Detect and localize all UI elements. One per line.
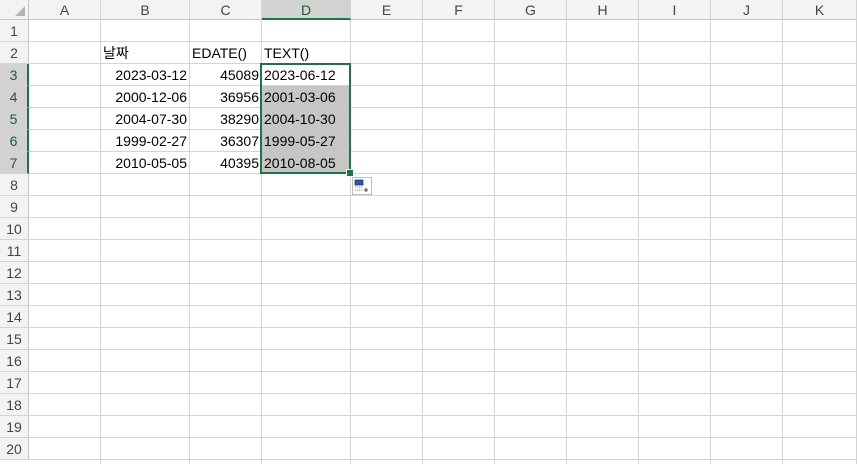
gridline-vertical (710, 20, 711, 464)
cell-b3[interactable]: 2023-03-12 (101, 64, 189, 86)
column-header-c[interactable]: C (190, 0, 262, 20)
gridline-horizontal (29, 393, 857, 394)
select-all-triangle-icon (15, 6, 25, 16)
column-header-a[interactable]: A (29, 0, 101, 20)
gridline-horizontal (29, 415, 857, 416)
cell-d3[interactable]: 2023-06-12 (262, 64, 350, 86)
row-header-12[interactable]: 12 (0, 262, 29, 284)
row-header-7[interactable]: 7 (0, 152, 29, 174)
gridline-horizontal (29, 371, 857, 372)
column-header-k[interactable]: K (783, 0, 857, 20)
column-header-g[interactable]: G (495, 0, 567, 20)
row-header-5[interactable]: 5 (0, 108, 29, 130)
gridline-vertical (566, 20, 567, 464)
gridline-horizontal (29, 195, 857, 196)
gridline-vertical (494, 20, 495, 464)
gridline-horizontal (29, 349, 857, 350)
row-header-16[interactable]: 16 (0, 350, 29, 372)
cell-c4[interactable]: 36956 (190, 86, 261, 108)
spreadsheet-grid[interactable]: ABCDEFGHIJK 1 2 3 4 5 6 7 8 9 10 11 12 13 14 15 16 17 18 1… (0, 0, 857, 464)
row-header-10[interactable]: 10 (0, 218, 29, 240)
gridline-horizontal (29, 239, 857, 240)
cell-d6[interactable]: 1999-05-27 (262, 130, 350, 152)
column-header-i[interactable]: I (639, 0, 711, 20)
column-header-b[interactable]: B (101, 0, 190, 20)
cell-d5[interactable]: 2004-10-30 (262, 108, 350, 130)
row-header-3[interactable]: 3 (0, 64, 29, 86)
cell-c5[interactable]: 38290 (190, 108, 261, 130)
gridline-horizontal (29, 217, 857, 218)
row-header-11[interactable]: 11 (0, 240, 29, 262)
row-header-14[interactable]: 14 (0, 306, 29, 328)
column-header-d[interactable]: D (262, 0, 351, 20)
cell-c3[interactable]: 45089 (190, 64, 261, 86)
gridline-vertical (782, 20, 783, 464)
cell-d2[interactable]: TEXT() (262, 42, 350, 64)
row-header-1[interactable]: 1 (0, 20, 29, 42)
fill-handle[interactable] (346, 169, 354, 177)
gridline-horizontal (29, 305, 857, 306)
column-header-f[interactable]: F (423, 0, 495, 20)
autofill-options-icon (354, 179, 368, 192)
cell-c2[interactable]: EDATE() (190, 42, 261, 64)
row-header-13[interactable]: 13 (0, 284, 29, 306)
column-header-e[interactable]: E (351, 0, 423, 20)
row-header-6[interactable]: 6 (0, 130, 29, 152)
gridline-vertical (638, 20, 639, 464)
gridline-vertical (422, 20, 423, 464)
cell-b6[interactable]: 1999-02-27 (101, 130, 189, 152)
row-header-4[interactable]: 4 (0, 86, 29, 108)
row-header-18[interactable]: 18 (0, 394, 29, 416)
gridline-horizontal (29, 459, 857, 460)
row-header-15[interactable]: 15 (0, 328, 29, 350)
gridline-horizontal (29, 261, 857, 262)
row-header-2[interactable]: 2 (0, 42, 29, 64)
autofill-options-button[interactable] (352, 177, 372, 195)
gridline-horizontal (29, 437, 857, 438)
cell-d7[interactable]: 2010-08-05 (262, 152, 350, 174)
gridline-horizontal (29, 327, 857, 328)
cell-c7[interactable]: 40395 (190, 152, 261, 174)
row-header-8[interactable]: 8 (0, 174, 29, 196)
gridline-horizontal (29, 283, 857, 284)
row-header-9[interactable]: 9 (0, 196, 29, 218)
gridline-vertical (350, 20, 351, 464)
cell-b2[interactable]: 날짜 (101, 42, 189, 64)
cell-b7[interactable]: 2010-05-05 (101, 152, 189, 174)
row-header-17[interactable]: 17 (0, 372, 29, 394)
cell-b4[interactable]: 2000-12-06 (101, 86, 189, 108)
cell-b5[interactable]: 2004-07-30 (101, 108, 189, 130)
column-header-h[interactable]: H (567, 0, 639, 20)
row-header-20[interactable]: 20 (0, 438, 29, 460)
cell-d4[interactable]: 2001-03-06 (262, 86, 350, 108)
row-header-19[interactable]: 19 (0, 416, 29, 438)
select-all-button[interactable] (0, 0, 29, 20)
cell-c6[interactable]: 36307 (190, 130, 261, 152)
column-header-j[interactable]: J (711, 0, 783, 20)
